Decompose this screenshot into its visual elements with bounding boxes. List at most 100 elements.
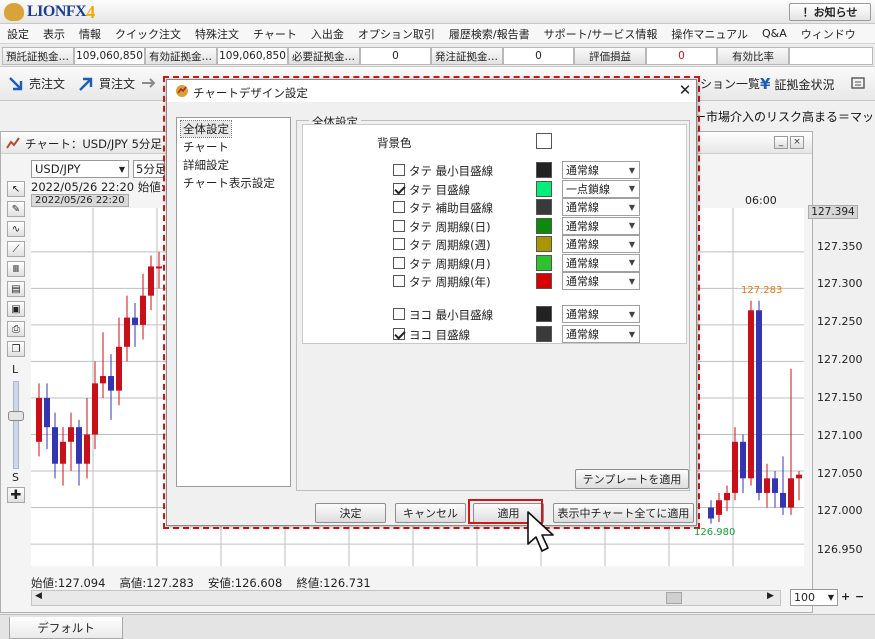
grid-line-checkbox[interactable] (393, 219, 405, 232)
line-style-select[interactable]: 通常線 ▼ (562, 325, 640, 343)
zoom-slider[interactable] (13, 381, 19, 469)
dialog-title-bar: チャートデザイン設定 ✕ (167, 80, 696, 102)
line-style-select[interactable]: 通常線 ▼ (562, 216, 640, 235)
grid-line-color-swatch[interactable] (536, 199, 552, 215)
chart-horizontal-scrollbar[interactable]: ◀ ▶ (31, 590, 781, 606)
chevron-down-icon: ▼ (628, 202, 636, 212)
notice-button[interactable]: ！お知らせ (789, 3, 871, 21)
crosshair-tool-icon[interactable]: ✚ (7, 487, 25, 503)
grid-line-checkbox[interactable] (393, 308, 405, 320)
toolbar-more-icon[interactable] (140, 75, 161, 91)
bar-tool-icon[interactable]: Ⅲ (7, 261, 25, 277)
menu-settings[interactable]: 設定 (0, 26, 36, 42)
y-tick: 127.150 (817, 391, 863, 404)
position-list-button[interactable]: ション一覧 (700, 75, 760, 92)
line-style-select[interactable]: 一点鎖線 ▼ (562, 179, 640, 198)
apply-all-charts-button[interactable]: 表示中チャート全てに適用 (553, 503, 694, 523)
menu-quick-order[interactable]: クイック注文 (108, 26, 188, 42)
menu-chart[interactable]: チャート (246, 26, 304, 42)
menu-view[interactable]: 表示 (36, 26, 72, 42)
menu-support[interactable]: サポート/サービス情報 (537, 26, 665, 42)
ok-button[interactable]: 決定 (315, 503, 386, 523)
candle-body (132, 317, 138, 325)
candle-body (788, 478, 794, 508)
grid-line-checkbox[interactable] (393, 164, 405, 176)
candle-body (36, 397, 42, 442)
chevron-down-icon: ▼ (628, 309, 636, 319)
line-style-value: 通常線 (566, 238, 599, 251)
grid-line-color-swatch[interactable] (536, 326, 552, 342)
grid-line-checkbox[interactable] (393, 275, 405, 287)
grid-line-row: タテ 周期線(日) 通常線 ▼ (303, 216, 683, 235)
grid-line-checkbox[interactable] (393, 328, 405, 340)
grid-line-color-swatch[interactable] (536, 306, 552, 322)
zoom-slider-handle[interactable] (8, 411, 24, 421)
buy-order-button[interactable]: 買注文 (78, 75, 135, 92)
chart-minimize-button[interactable]: _ (774, 136, 788, 149)
cancel-button[interactable]: キャンセル (395, 503, 466, 523)
menu-deposit[interactable]: 入出金 (304, 26, 351, 42)
grid-line-label: タテ 周期線(年) (409, 275, 491, 289)
nav-item-general[interactable]: 全体設定 (180, 120, 232, 138)
grid-line-checkbox[interactable] (393, 238, 405, 250)
menu-window[interactable]: ウィンドウ (794, 26, 863, 42)
account-info-bar: 預託証拠金… 109,060,850 有効証拠金… 109,060,850 必要… (0, 45, 875, 67)
line-style-select[interactable]: 通常線 ▼ (562, 235, 640, 253)
line-style-select[interactable]: 通常線 ▼ (562, 305, 640, 323)
apply-template-button[interactable]: テンプレートを適用 (575, 469, 689, 489)
pointer-tool-icon[interactable]: ↖ (7, 181, 25, 197)
trend-tool-icon[interactable]: ⟋ (7, 241, 25, 257)
line-style-select[interactable]: 通常線 ▼ (562, 161, 640, 179)
chevron-down-icon: ▼ (118, 164, 125, 174)
indicator-tool-icon[interactable]: ∿ (7, 221, 25, 237)
order-margin-value: 0 (503, 47, 574, 65)
scroll-left-icon[interactable]: ◀ (35, 591, 42, 601)
margin-status-button[interactable]: ¥ 証拠金状況 (760, 75, 834, 93)
tab-default[interactable]: デフォルト (9, 617, 123, 639)
scroll-right-icon[interactable]: ▶ (767, 591, 774, 601)
save-tool-icon[interactable]: ▣ (7, 301, 25, 317)
zoom-select[interactable]: 100 ▼ (790, 589, 838, 606)
mouse-cursor-icon (527, 511, 554, 552)
sell-order-button[interactable]: 売注文 (8, 75, 65, 92)
nav-item-detail[interactable]: 詳細設定 (181, 157, 231, 173)
background-color-swatch[interactable] (536, 133, 552, 149)
grid-line-color-swatch[interactable] (536, 180, 552, 197)
scrollbar-thumb[interactable] (666, 592, 682, 604)
y-tick: 127.250 (817, 315, 863, 328)
zoom-in-icon[interactable]: + (841, 590, 850, 603)
toolbar-settings-icon[interactable] (850, 75, 871, 91)
menu-manual[interactable]: 操作マニュアル (664, 26, 755, 42)
grid-line-label: タテ 最小目盛線 (409, 164, 494, 178)
interval-select[interactable]: 5分足 (133, 160, 165, 178)
grid-line-color-swatch[interactable] (536, 273, 552, 289)
line-style-select[interactable]: 通常線 ▼ (562, 198, 640, 216)
close-icon[interactable]: ✕ (677, 82, 693, 99)
grid-line-color-swatch[interactable] (536, 162, 552, 178)
grid-line-color-swatch[interactable] (536, 254, 552, 271)
chart-close-button[interactable]: × (790, 136, 804, 149)
pen-tool-icon[interactable]: ✎ (7, 201, 25, 217)
news-ticker[interactable]: ー市場介入のリスク高まる＝マッコ (694, 108, 875, 126)
copy-tool-icon[interactable]: ❐ (7, 341, 25, 357)
line-style-select[interactable]: 通常線 ▼ (562, 253, 640, 272)
menu-info[interactable]: 情報 (72, 26, 108, 42)
grid-line-checkbox[interactable] (393, 256, 405, 269)
line-style-select[interactable]: 通常線 ▼ (562, 272, 640, 290)
menu-special-order[interactable]: 特殊注文 (188, 26, 246, 42)
grid-line-color-swatch[interactable] (536, 236, 552, 252)
menu-options[interactable]: オプション取引 (351, 26, 442, 42)
menu-qa[interactable]: Q&A (755, 27, 794, 40)
zoom-out-icon[interactable]: − (855, 590, 864, 603)
nav-item-display[interactable]: チャート表示設定 (181, 175, 277, 191)
required-margin-value: 0 (360, 47, 431, 65)
print-tool-icon[interactable]: ⎙ (7, 321, 25, 337)
menu-history[interactable]: 履歴検索/報告書 (442, 26, 537, 42)
grid-line-checkbox[interactable] (393, 201, 405, 213)
nav-item-chart[interactable]: チャート (181, 139, 231, 155)
symbol-select[interactable]: USD/JPY ▼ (31, 160, 129, 178)
grid-line-color-swatch[interactable] (536, 217, 552, 234)
app-title-bar: LIONFX 4 ！お知らせ (0, 0, 875, 24)
layout-tool-icon[interactable]: ▤ (7, 281, 25, 297)
grid-line-checkbox[interactable] (393, 182, 405, 195)
